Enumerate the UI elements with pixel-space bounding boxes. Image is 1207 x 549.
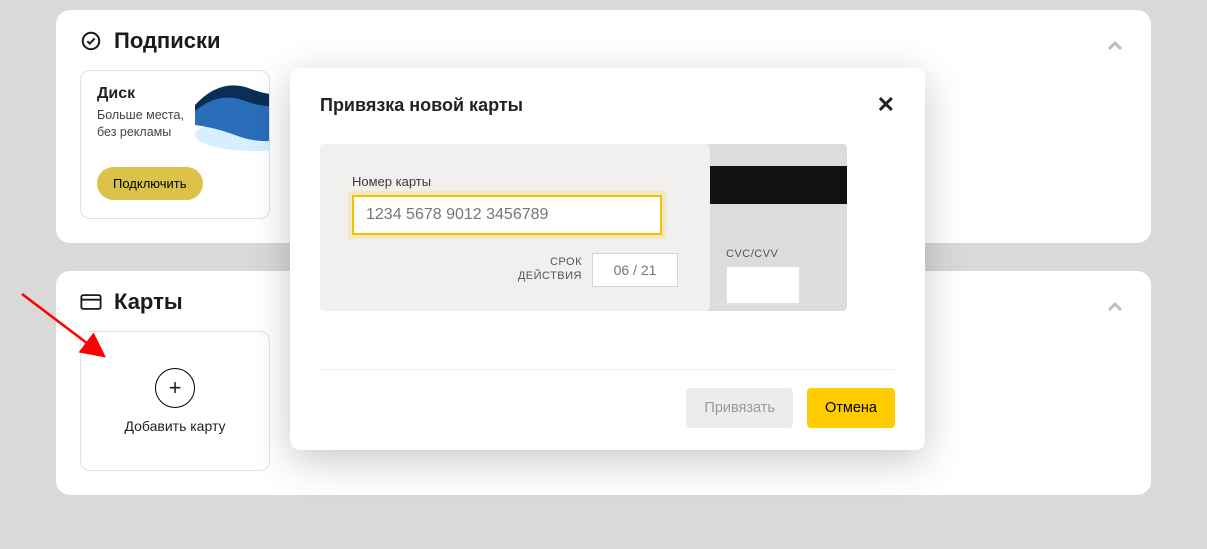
card-icon: [80, 293, 102, 311]
connect-button[interactable]: Подключить: [97, 167, 203, 200]
cancel-button[interactable]: Отмена: [807, 388, 895, 428]
card-number-label: Номер карты: [352, 174, 678, 189]
plus-circle-icon: +: [155, 368, 195, 408]
card-front: Номер карты СРОК ДЕЙСТВИЯ: [320, 144, 710, 311]
checkmark-circle-icon: [80, 30, 102, 52]
add-card-tile[interactable]: + Добавить карту: [80, 331, 270, 471]
subscriptions-header: Подписки: [80, 28, 1127, 54]
cards-title: Карты: [114, 289, 183, 315]
card-number-input[interactable]: [352, 195, 662, 235]
submit-button[interactable]: Привязать: [686, 388, 793, 428]
collapse-chevron-icon[interactable]: [1103, 34, 1127, 63]
bind-card-modal: Привязка новой карты ✕ Номер карты СРОК …: [290, 68, 925, 450]
divider: [320, 369, 895, 370]
cvc-input[interactable]: [726, 266, 800, 304]
expiry-input[interactable]: [592, 253, 678, 287]
disk-art-icon: [195, 70, 270, 151]
add-card-label: Добавить карту: [124, 418, 225, 434]
cvc-label: CVC/CVV: [726, 248, 800, 260]
modal-title: Привязка новой карты: [320, 95, 523, 116]
subscriptions-title: Подписки: [114, 28, 221, 54]
close-icon[interactable]: ✕: [877, 94, 895, 116]
subscription-tile-disk: Диск Больше места, без рекламы Подключит…: [80, 70, 270, 219]
collapse-chevron-icon[interactable]: [1103, 295, 1127, 324]
expiry-label: СРОК ДЕЙСТВИЯ: [518, 256, 582, 284]
